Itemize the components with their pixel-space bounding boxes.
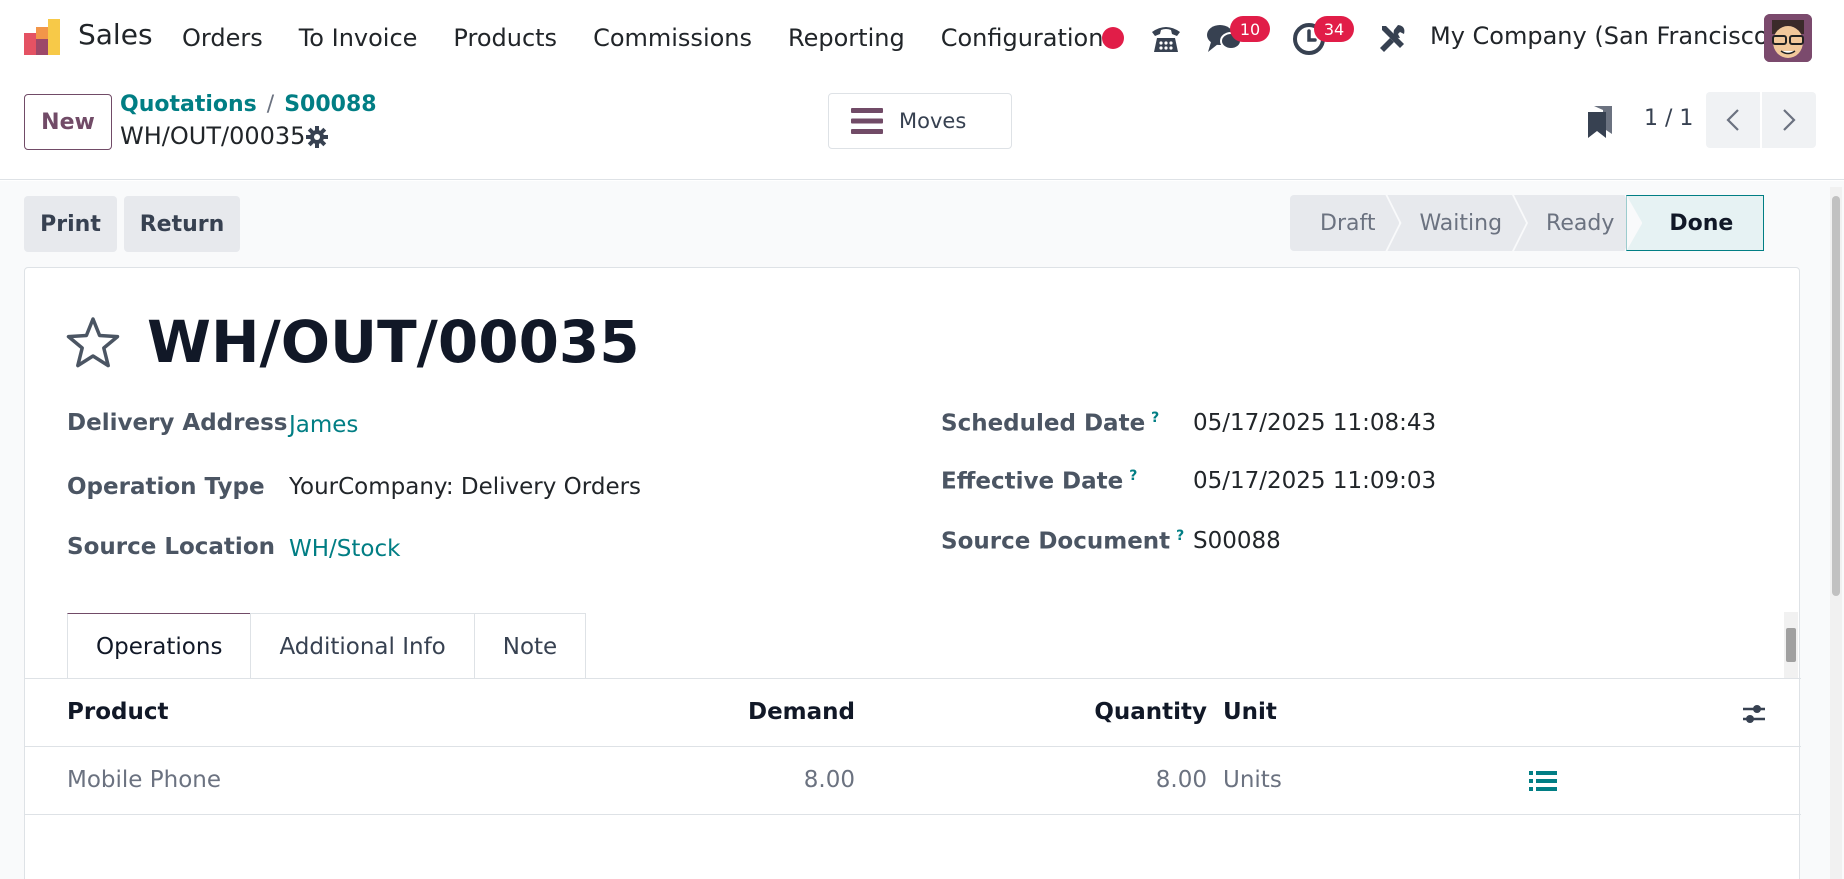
recording-indicator-icon[interactable] (1102, 27, 1124, 49)
debug-tools-icon[interactable] (1376, 22, 1408, 54)
breadcrumb: Quotations / S00088 (120, 92, 377, 117)
column-product[interactable]: Product (67, 699, 168, 725)
status-bar: Draft Waiting Ready Done (1290, 195, 1765, 253)
control-panel: New Quotations / S00088 WH/OUT/00035 Moves… (0, 76, 1844, 180)
top-navbar: Sales Orders To Invoice Products Commiss… (0, 0, 1844, 76)
breadcrumb-sale-order[interactable]: S00088 (284, 92, 376, 117)
row-quantity[interactable]: 8.00 (925, 767, 1207, 793)
bookmark-icon[interactable] (1586, 104, 1614, 140)
chevron-left-icon (1726, 109, 1739, 131)
moves-label: Moves (899, 109, 967, 133)
breadcrumb-quotations[interactable]: Quotations (120, 92, 257, 117)
row-unit[interactable]: Units (1223, 767, 1282, 793)
delivery-address-value[interactable]: James (289, 412, 358, 438)
messages-count-badge: 10 (1230, 16, 1270, 42)
app-name[interactable]: Sales (78, 18, 153, 51)
scheduled-date-value[interactable]: 05/17/2025 11:08:43 (1193, 410, 1436, 436)
phone-icon[interactable] (1148, 20, 1184, 56)
operation-type-label: Operation Type (67, 474, 265, 500)
row-demand[interactable]: 8.00 (585, 767, 855, 793)
operation-type-value[interactable]: YourCompany: Delivery Orders (289, 474, 641, 500)
menu-products[interactable]: Products (453, 24, 557, 52)
table-header: Product Demand Quantity Unit (25, 679, 1801, 747)
main-menu: Orders To Invoice Products Commissions R… (182, 0, 1139, 76)
help-tooltip-icon[interactable]: ? (1129, 468, 1137, 484)
activities-count-badge: 34 (1314, 16, 1354, 42)
tab-operations[interactable]: Operations (67, 613, 252, 679)
list-bars-icon (851, 108, 883, 134)
pager-previous-button[interactable] (1706, 92, 1760, 148)
stage-draft[interactable]: Draft (1290, 195, 1399, 251)
effective-date-value: 05/17/2025 11:09:03 (1193, 468, 1437, 494)
print-button[interactable]: Print (24, 196, 117, 252)
menu-configuration[interactable]: Configuration (941, 24, 1104, 52)
column-options-icon[interactable] (1741, 701, 1767, 727)
moves-smart-button[interactable]: Moves (828, 93, 1012, 149)
source-document-label-text: Source Document (941, 528, 1171, 555)
form-sheet: WH/OUT/00035 Delivery Address James Oper… (24, 267, 1801, 879)
stage-waiting[interactable]: Waiting (1387, 195, 1526, 251)
source-location-label: Source Location (67, 534, 275, 560)
tab-additional-info[interactable]: Additional Info (250, 613, 475, 679)
star-icon[interactable] (65, 316, 121, 370)
source-document-label: Source Document? (941, 528, 1184, 555)
page-scrollbar-thumb[interactable] (1832, 196, 1840, 596)
source-document-value[interactable]: S00088 (1193, 528, 1281, 554)
menu-commissions[interactable]: Commissions (593, 24, 752, 52)
current-record-name: WH/OUT/00035 (120, 122, 306, 150)
sales-app-icon[interactable] (22, 17, 62, 57)
record-title: WH/OUT/00035 (147, 308, 640, 376)
user-avatar[interactable] (1764, 14, 1812, 62)
operations-table: Product Demand Quantity Unit Mobile Phon… (25, 679, 1801, 815)
menu-to-invoice[interactable]: To Invoice (299, 24, 418, 52)
notebook-tabs: Operations Additional Info Note (67, 613, 587, 679)
stage-ready[interactable]: Ready (1514, 195, 1638, 251)
pager-value[interactable]: 1 / 1 (1644, 106, 1693, 131)
new-button[interactable]: New (24, 94, 112, 150)
tab-note[interactable]: Note (473, 613, 587, 679)
source-location-value[interactable]: WH/Stock (289, 536, 400, 562)
table-row[interactable]: Mobile Phone 8.00 8.00 Units (25, 747, 1801, 815)
help-tooltip-icon[interactable]: ? (1151, 410, 1159, 426)
return-button[interactable]: Return (124, 196, 240, 252)
chevron-right-icon (1783, 109, 1796, 131)
detailed-operations-list-icon[interactable] (1529, 769, 1557, 793)
stage-done[interactable]: Done (1626, 195, 1765, 251)
delivery-address-label: Delivery Address (67, 410, 288, 436)
column-quantity[interactable]: Quantity (925, 699, 1207, 725)
gear-icon[interactable] (306, 126, 328, 148)
form-view: Print Return Draft Waiting Ready Done WH… (0, 181, 1844, 879)
menu-orders[interactable]: Orders (182, 24, 263, 52)
scheduled-date-label-text: Scheduled Date (941, 410, 1146, 437)
notebook-scrollbar-thumb[interactable] (1786, 628, 1796, 662)
effective-date-label: Effective Date? (941, 468, 1137, 495)
menu-reporting[interactable]: Reporting (788, 24, 905, 52)
pager-next-button[interactable] (1762, 92, 1816, 148)
company-switcher[interactable]: My Company (San Francisco) (1430, 22, 1778, 50)
column-demand[interactable]: Demand (585, 699, 855, 725)
row-product[interactable]: Mobile Phone (67, 767, 221, 793)
scheduled-date-label: Scheduled Date? (941, 410, 1159, 437)
help-tooltip-icon[interactable]: ? (1176, 528, 1184, 544)
effective-date-label-text: Effective Date (941, 468, 1124, 495)
breadcrumb-separator: / (266, 92, 275, 117)
column-unit[interactable]: Unit (1223, 699, 1277, 725)
